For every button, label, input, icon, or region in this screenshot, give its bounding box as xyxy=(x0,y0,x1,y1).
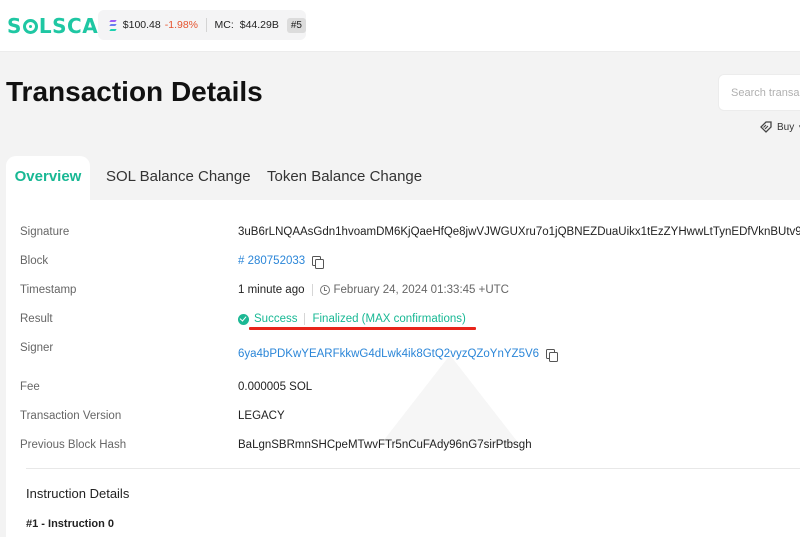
buy-label: Buy xyxy=(777,121,795,133)
market-cap-label: MC: xyxy=(214,19,234,31)
highlight-underline xyxy=(249,327,476,330)
result-label: Result xyxy=(20,313,53,325)
signature-value[interactable]: 3uB6rLNQAAsGdn1hvoamDM6KjQaeHfQe8jwVJWGU… xyxy=(238,226,800,238)
signer-link[interactable]: 6ya4bPDKwYEARFkkwG4dLwk4ik8GtQ2vyzQZoYnY… xyxy=(238,348,539,360)
section-divider xyxy=(26,468,800,469)
search-input[interactable]: Search transactions, blocks, programs an… xyxy=(718,74,800,111)
version-label: Transaction Version xyxy=(20,410,122,422)
timestamp-relative: 1 minute ago xyxy=(238,284,305,296)
top-bar: S LSCAN $100.48 -1.98% MC: $44.29B #5 xyxy=(0,0,800,52)
logo-o-icon xyxy=(22,19,38,34)
sol-price-change: -1.98% xyxy=(164,19,199,31)
fee-label: Fee xyxy=(20,381,40,393)
tab-token-balance-change[interactable]: Token Balance Change xyxy=(267,168,422,185)
block-link[interactable]: # 280752033 xyxy=(238,255,305,267)
clock-icon xyxy=(319,285,330,295)
block-label: Block xyxy=(20,255,49,267)
signature-label: Signature xyxy=(20,226,70,238)
result-status: Success xyxy=(254,313,298,325)
check-circle-icon xyxy=(238,313,249,325)
divider xyxy=(304,313,306,325)
fee-value: 0.000005 SOL xyxy=(238,381,313,393)
copy-icon[interactable] xyxy=(546,348,559,362)
tab-overview[interactable]: Overview xyxy=(6,156,90,200)
market-cap-value: $44.29B xyxy=(239,19,279,31)
result-finality: Finalized (MAX confirmations) xyxy=(312,313,466,325)
timestamp-full: February 24, 2024 01:33:45 +UTC xyxy=(333,284,509,296)
watermark-shape xyxy=(380,355,520,445)
instruction-details-title: Instruction Details xyxy=(26,486,130,501)
buy-tag-icon xyxy=(760,121,772,133)
signer-label: Signer xyxy=(20,342,54,354)
divider xyxy=(311,284,313,296)
buy-button[interactable]: Buy ▼ xyxy=(760,121,800,133)
tab-sol-balance-change[interactable]: SOL Balance Change xyxy=(106,168,251,185)
sol-price: $100.48 xyxy=(122,19,161,31)
sol-price-widget: $100.48 -1.98% MC: $44.29B #5 xyxy=(98,10,306,40)
version-value: LEGACY xyxy=(238,410,285,422)
instruction-item[interactable]: #1 - Instruction 0 xyxy=(26,518,114,530)
rank-badge: #5 xyxy=(286,17,306,33)
timestamp-label: Timestamp xyxy=(20,284,77,296)
page-title: Transaction Details xyxy=(6,76,263,107)
prev-hash-label: Previous Block Hash xyxy=(20,439,127,451)
prev-hash-value: BaLgnSBRmnSHCpeMTwvFTr5nCuFAdy96nG7sirPt… xyxy=(238,439,532,451)
solana-icon xyxy=(109,19,117,31)
copy-icon[interactable] xyxy=(312,255,325,269)
